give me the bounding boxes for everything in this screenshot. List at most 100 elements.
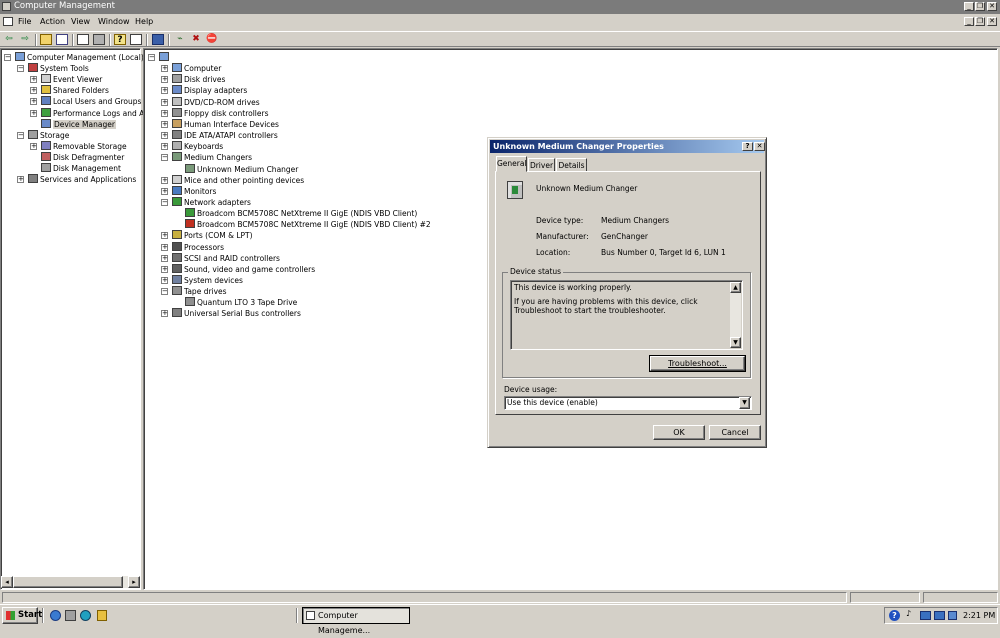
dialog-close-button[interactable]: ✕ (754, 142, 765, 151)
device-tree-item-12[interactable]: Monitors (172, 185, 216, 197)
menu-file[interactable]: File (18, 17, 31, 26)
device-tree-item-4[interactable]: DVD/CD-ROM drives (172, 96, 260, 108)
cancel-button[interactable]: Cancel (709, 425, 761, 440)
device-tree-item-8[interactable]: Keyboards (172, 141, 223, 152)
collapse-toggle-1[interactable]: − (17, 65, 24, 73)
network-tray-icon[interactable] (920, 611, 931, 620)
device-tree-item-13[interactable]: Network adapters (172, 196, 251, 208)
tab-driver[interactable]: Driver (528, 158, 555, 172)
device-tree-item-19[interactable]: Sound, video and game controllers (172, 263, 315, 275)
left-tree-item-6[interactable]: Device Manager (41, 118, 116, 130)
device-tree-item-15[interactable]: Broadcom BCM5708C NetXtreme II GigE (NDI… (185, 219, 431, 230)
expand-toggle-8[interactable]: + (161, 143, 168, 151)
left-tree-item-4[interactable]: Local Users and Groups (41, 96, 141, 107)
expand-toggle-1[interactable]: + (161, 65, 168, 73)
device-tree-item-9[interactable]: Medium Changers (172, 152, 252, 163)
device-tree-item-7[interactable]: IDE ATA/ATAPI controllers (172, 130, 278, 141)
expand-toggle-7[interactable]: + (161, 132, 168, 140)
menu-view[interactable]: View (71, 17, 90, 26)
scan-hardware-icon[interactable] (152, 34, 164, 45)
start-button[interactable]: Start (2, 607, 42, 624)
left-tree-item-1[interactable]: System Tools (28, 63, 89, 74)
device-tree-item-16[interactable]: Ports (COM & LPT) (172, 230, 253, 241)
menu-window[interactable]: Window (98, 17, 130, 26)
device-tree-item-21[interactable]: Tape drives (172, 286, 227, 297)
display-tray-icon[interactable] (948, 611, 957, 620)
dialog-help-button[interactable]: ? (742, 142, 753, 151)
device-tree-item-18[interactable]: SCSI and RAID controllers (172, 252, 280, 264)
device-tree-item-23[interactable]: Universal Serial Bus controllers (172, 308, 301, 319)
forward-icon[interactable]: ⇨ (19, 34, 31, 45)
show-hide-tree-icon[interactable] (56, 34, 68, 45)
left-tree-item-7[interactable]: Storage (28, 129, 69, 141)
expand-toggle-11[interactable]: + (17, 176, 24, 184)
expand-toggle-3[interactable]: + (161, 87, 168, 95)
media-icon[interactable] (80, 610, 91, 621)
dialog-titlebar[interactable]: Unknown Medium Changer Properties ? ✕ (490, 140, 765, 153)
expand-toggle-6[interactable]: + (161, 120, 168, 128)
tab-general[interactable]: General (496, 156, 527, 172)
collapse-toggle-21[interactable]: − (161, 288, 168, 296)
left-tree-item-10[interactable]: Disk Management (41, 163, 121, 174)
collapse-toggle-9[interactable]: − (161, 154, 168, 162)
window-titlebar[interactable]: Computer Management _ ❐ ✕ (0, 0, 1000, 14)
collapse-toggle-13[interactable]: − (161, 198, 168, 206)
device-tree-item-17[interactable]: Processors (172, 241, 224, 253)
expand-toggle-3[interactable]: + (30, 87, 37, 95)
left-tree-item-11[interactable]: Services and Applications (28, 174, 136, 185)
left-tree-item-9[interactable]: Disk Defragmenter (41, 151, 124, 163)
back-icon[interactable]: ⇦ (3, 34, 15, 45)
expand-toggle-2[interactable]: + (161, 76, 168, 84)
left-tree-item-2[interactable]: Event Viewer (41, 74, 102, 85)
scroll-thumb[interactable] (13, 576, 123, 588)
collapse-toggle-7[interactable]: − (17, 131, 24, 139)
expand-toggle-8[interactable]: + (30, 142, 37, 150)
expand-toggle-5[interactable]: + (161, 109, 168, 117)
help-topics-icon[interactable] (130, 34, 142, 45)
status-scrollbar[interactable]: ▲ ▼ (730, 282, 741, 348)
tree-horizontal-scrollbar[interactable]: ◂ ▸ (1, 576, 140, 588)
expand-toggle-19[interactable]: + (161, 265, 168, 273)
expand-toggle-23[interactable]: + (161, 310, 168, 318)
tab-details[interactable]: Details (556, 158, 587, 172)
child-restore-button[interactable]: ❐ (975, 17, 985, 26)
device-tree-item-5[interactable]: Floppy disk controllers (172, 107, 269, 119)
device-status-textbox[interactable]: This device is working properly. If you … (510, 280, 743, 350)
mmc-icon[interactable] (3, 17, 13, 26)
collapse-toggle-0[interactable]: − (4, 54, 11, 61)
disable-device-icon[interactable]: ⛔ (206, 34, 218, 45)
expand-toggle-4[interactable]: + (161, 98, 168, 106)
expand-toggle-4[interactable]: + (30, 98, 37, 106)
scroll-right-button[interactable]: ▸ (128, 576, 140, 588)
device-tree-item-20[interactable]: System devices (172, 275, 243, 286)
up-folder-icon[interactable] (40, 34, 52, 45)
expand-toggle-11[interactable]: + (161, 176, 168, 184)
internet-explorer-icon[interactable] (50, 610, 61, 621)
child-close-button[interactable]: ✕ (987, 17, 997, 26)
menu-help[interactable]: Help (135, 17, 153, 26)
expand-toggle-20[interactable]: + (161, 277, 168, 284)
help-icon[interactable]: ? (114, 34, 126, 45)
menu-action[interactable]: Action (40, 17, 65, 26)
expand-toggle-17[interactable]: + (161, 243, 168, 251)
lock-icon[interactable] (97, 610, 107, 621)
restore-button[interactable]: ❐ (975, 2, 985, 11)
device-tree-item-22[interactable]: Quantum LTO 3 Tape Drive (185, 297, 297, 308)
console-tree-pane[interactable]: − Computer Management (Local) − System Tool… (0, 48, 161, 590)
expand-toggle-2[interactable]: + (30, 76, 37, 84)
expand-toggle-12[interactable]: + (161, 187, 168, 195)
scroll-left-button[interactable]: ◂ (1, 576, 13, 588)
device-tree-item-14[interactable]: Broadcom BCM5708C NetXtreme II GigE (NDI… (185, 208, 417, 219)
update-driver-icon[interactable]: ⌁ (174, 34, 186, 45)
device-tree-item-10[interactable]: Unknown Medium Changer (185, 163, 298, 175)
device-usage-select[interactable]: Use this device (enable) ▼ (504, 396, 752, 410)
expand-toggle-18[interactable]: + (161, 254, 168, 262)
uninstall-icon[interactable]: ✖ (190, 34, 202, 45)
expand-toggle-5[interactable]: + (30, 109, 37, 117)
properties-icon[interactable] (77, 34, 89, 45)
help-tray-icon[interactable]: ? (889, 610, 900, 621)
taskbar-button-computer-management[interactable]: Computer Manageme... (302, 607, 410, 635)
left-tree-item-8[interactable]: Removable Storage (41, 140, 127, 152)
volume-icon[interactable]: ♪ (906, 609, 912, 622)
left-tree-item-3[interactable]: Shared Folders (41, 85, 109, 96)
